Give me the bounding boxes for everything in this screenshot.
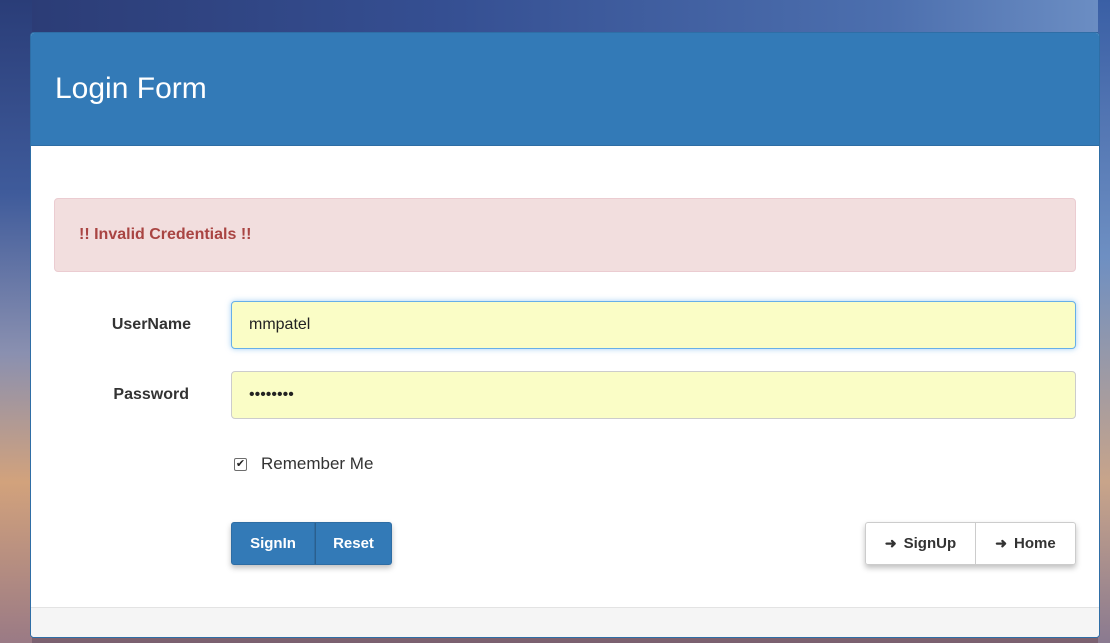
reset-button[interactable]: Reset <box>315 522 392 565</box>
username-input[interactable] <box>231 301 1076 349</box>
nav-button-group: ➜ SignUp ➜ Home <box>865 522 1076 565</box>
submit-button-group: SignIn Reset <box>231 522 392 565</box>
username-label: UserName <box>111 316 191 333</box>
background-left <box>0 0 32 643</box>
login-panel: Login Form !! Invalid Credentials !! Use… <box>30 32 1100 638</box>
remember-me-label: Remember Me <box>261 454 374 473</box>
background-top <box>0 0 1110 32</box>
signup-button[interactable]: ➜ SignUp <box>865 522 976 565</box>
password-label: Password <box>113 386 189 403</box>
signup-button-label: SignUp <box>903 535 957 552</box>
share-arrow-icon: ➜ <box>995 535 1008 551</box>
share-arrow-icon: ➜ <box>884 535 897 551</box>
panel-heading: Login Form <box>31 33 1099 146</box>
password-input[interactable] <box>231 371 1076 419</box>
home-button-label: Home <box>1014 535 1056 552</box>
panel-footer <box>31 607 1099 637</box>
error-alert-text: !! Invalid Credentials !! <box>79 226 252 243</box>
remember-me-checkbox[interactable]: ✔ <box>234 457 247 471</box>
signin-button[interactable]: SignIn <box>231 522 315 565</box>
error-alert: !! Invalid Credentials !! <box>54 198 1076 272</box>
remember-me-row: ✔ Remember Me <box>234 454 373 474</box>
page-title: Login Form <box>55 72 207 105</box>
home-button[interactable]: ➜ Home <box>976 522 1076 565</box>
